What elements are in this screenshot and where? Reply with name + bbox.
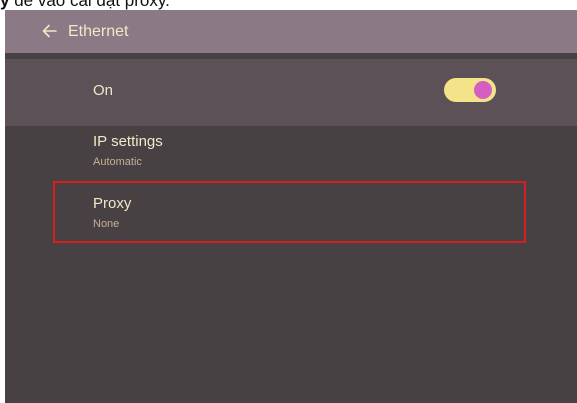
ip-settings-title: IP settings: [93, 133, 163, 150]
proxy-title: Proxy: [93, 195, 132, 212]
ethernet-settings-screen: Ethernet On IP settings Automatic Proxy …: [5, 10, 577, 403]
ethernet-toggle-row[interactable]: On: [5, 59, 577, 126]
ethernet-toggle-switch[interactable]: [444, 78, 496, 102]
ip-settings-value: Automatic: [93, 156, 142, 168]
toggle-label: On: [93, 82, 114, 99]
caption-text: y để vào cài đặt proxy.: [0, 0, 170, 10]
proxy-item[interactable]: Proxy None: [93, 194, 513, 232]
caption-rest: để vào cài đặt proxy.: [9, 0, 170, 10]
arrow-left-icon[interactable]: [40, 21, 60, 41]
proxy-value: None: [93, 218, 120, 230]
title-bar: Ethernet: [5, 10, 577, 53]
page-title: Ethernet: [68, 23, 129, 40]
toggle-knob: [474, 81, 492, 99]
ip-settings-item[interactable]: IP settings Automatic: [93, 132, 513, 170]
caption-strip: y để vào cài đặt proxy.: [0, 0, 577, 10]
